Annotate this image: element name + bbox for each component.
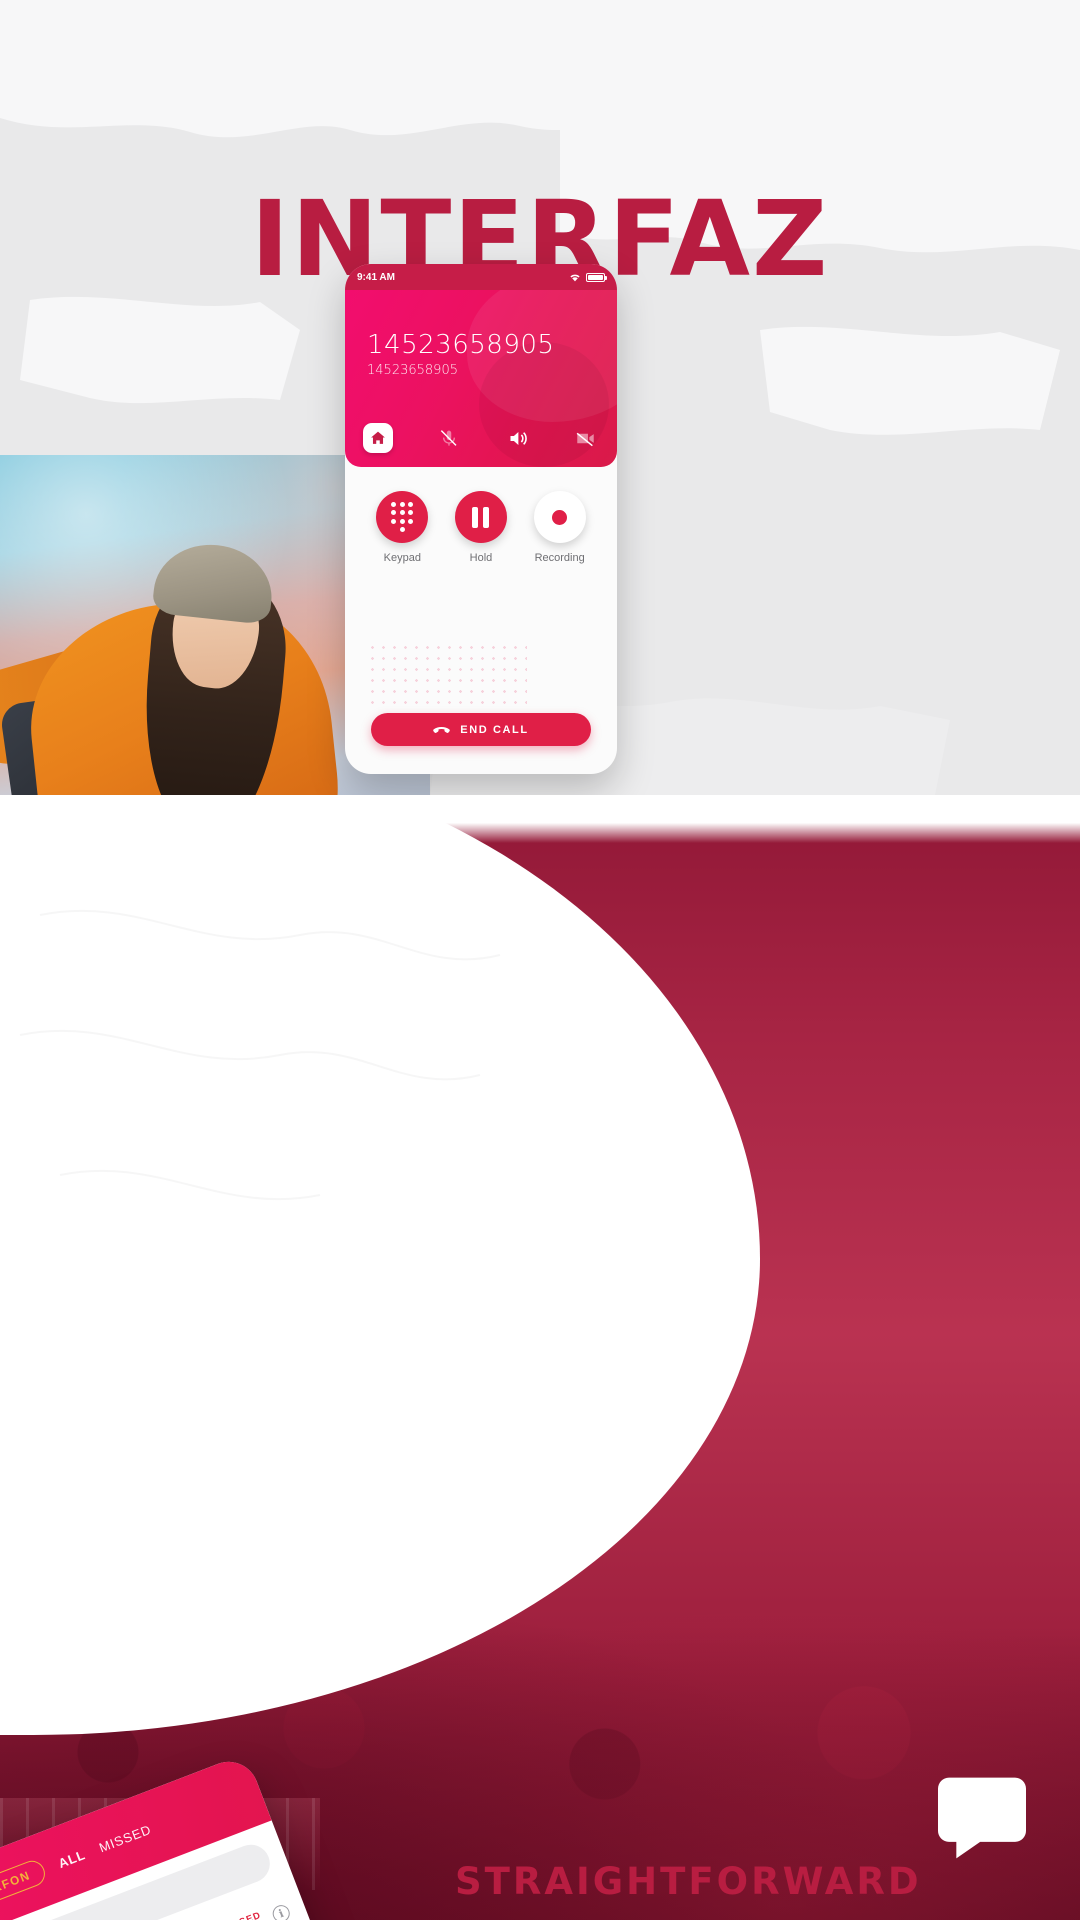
end-call-label: END CALL [460,723,529,736]
heading-straightforward: STRAIGHTFORWARD [455,1860,922,1903]
call-status: MISSED [219,1910,263,1920]
info-icon[interactable]: i [270,1902,293,1920]
keypad-button[interactable]: Keypad [365,491,439,564]
mic-muted-icon [440,430,457,446]
battery-icon [586,272,607,282]
bottom-section: STRAIGHTFORWARD AND EASY FÁCIL Y RÁPIDA … [0,795,1080,1920]
wifi-icon [570,274,580,281]
mute-button[interactable] [436,425,462,451]
call-controls-row: Keypad Hold Recording [345,467,617,564]
record-icon [552,509,568,525]
pause-icon [472,506,490,528]
keypad-label: Keypad [383,552,421,564]
phone-hangup-icon [433,726,451,733]
header-action-row [345,423,617,453]
hold-button[interactable]: Hold [444,491,518,564]
recording-button[interactable]: Recording [523,491,597,564]
speaker-button[interactable] [504,425,530,451]
home-button[interactable] [363,423,393,453]
hold-label: Hold [469,552,493,564]
end-call-button[interactable]: END CALL [371,713,591,746]
primary-number: 14523658905 [367,330,555,360]
speaker-icon [510,431,527,445]
phone-call-screen-mockup: 9:41 AM 14523658905 14523658905 Keypad H… [345,264,617,774]
tab-missed[interactable]: MISSED [97,1821,153,1855]
call-header: 14523658905 14523658905 [345,290,617,467]
video-button[interactable] [573,425,599,451]
call-log-tabs: ALL MISSED [56,1821,153,1870]
secondary-number: 14523658905 [367,363,458,378]
faint-map-overlay [19,910,501,1200]
recording-label: Recording [534,552,585,564]
home-icon [371,431,385,444]
status-bar: 9:41 AM [345,264,617,290]
dot-pattern-decoration [367,642,527,712]
video-off-icon [577,432,595,446]
brand-badge: VIRFON [0,1857,49,1912]
keypad-icon [391,501,414,533]
chat-bubble-icon [938,1777,1026,1859]
tab-all[interactable]: ALL [56,1847,87,1871]
status-bar-time: 9:41 AM [357,271,395,283]
